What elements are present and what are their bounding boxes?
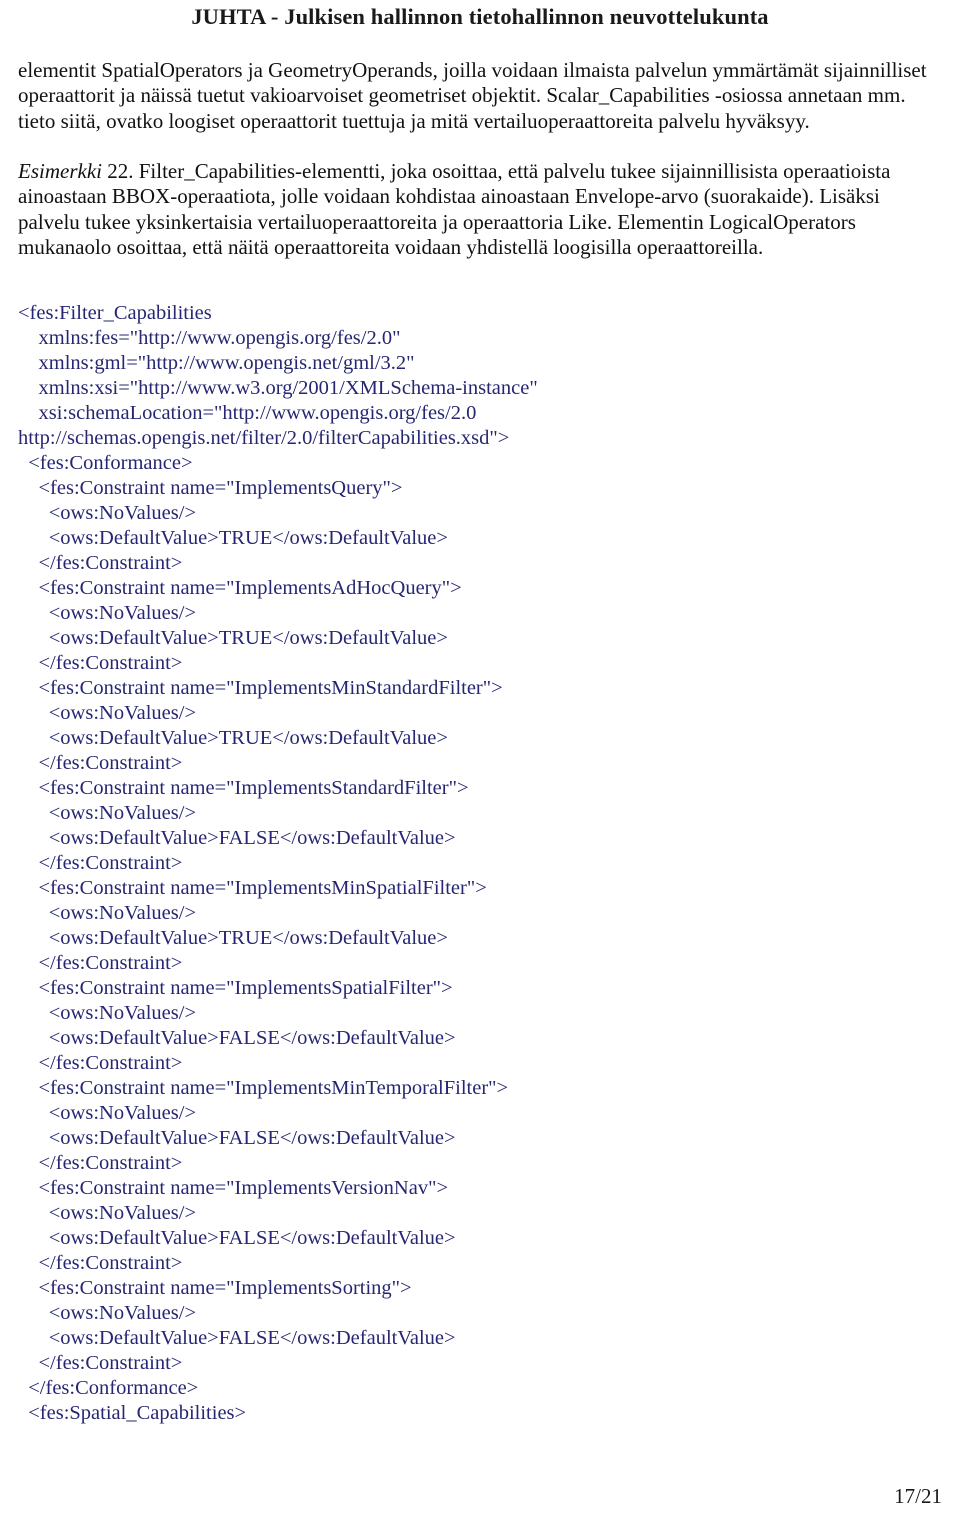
code-line: <ows:DefaultValue>FALSE</ows:DefaultValu… xyxy=(18,1127,456,1150)
code-line: <fes:Constraint name="ImplementsMinStand… xyxy=(18,677,503,700)
code-line: </fes:Conformance> xyxy=(18,1377,199,1400)
code-line: <ows:NoValues/> xyxy=(18,902,197,925)
code-line: <ows:DefaultValue>TRUE</ows:DefaultValue… xyxy=(18,927,448,950)
page-title: JUHTA - Julkisen hallinnon tietohallinno… xyxy=(191,4,769,29)
code-line: xmlns:xsi="http://www.w3.org/2001/XMLSch… xyxy=(18,377,538,400)
code-line: <ows:NoValues/> xyxy=(18,602,197,625)
example-label: Esimerkki xyxy=(18,158,102,183)
code-line: xsi:schemaLocation="http://www.opengis.o… xyxy=(18,402,477,425)
code-line: <ows:DefaultValue>FALSE</ows:DefaultValu… xyxy=(18,1027,456,1050)
code-line: </fes:Constraint> xyxy=(18,752,183,775)
intro-paragraph: elementit SpatialOperators ja GeometryOp… xyxy=(18,57,927,134)
code-line: <ows:NoValues/> xyxy=(18,702,197,725)
code-line: <ows:DefaultValue>TRUE</ows:DefaultValue… xyxy=(18,727,448,750)
code-line: http://schemas.opengis.net/filter/2.0/fi… xyxy=(18,427,510,450)
code-line: <ows:NoValues/> xyxy=(18,1002,197,1025)
body-text: elementit SpatialOperators ja GeometryOp… xyxy=(10,58,950,261)
code-line: <fes:Constraint name="ImplementsMinTempo… xyxy=(18,1077,509,1100)
code-line: <fes:Constraint name="ImplementsMinSpati… xyxy=(18,877,487,900)
code-line: <ows:NoValues/> xyxy=(18,1202,197,1225)
code-line: </fes:Constraint> xyxy=(18,1052,183,1075)
code-line: </fes:Constraint> xyxy=(18,1152,183,1175)
code-line: <ows:NoValues/> xyxy=(18,1102,197,1125)
code-line: <ows:NoValues/> xyxy=(18,502,197,525)
document-page: JUHTA - Julkisen hallinnon tietohallinno… xyxy=(0,0,960,1517)
code-line: <fes:Constraint name="ImplementsQuery"> xyxy=(18,477,403,500)
example-body: 22. Filter_Capabilities-elementti, joka … xyxy=(18,158,891,260)
page-number: 17/21 xyxy=(894,1484,942,1508)
code-line: <fes:Constraint name="ImplementsVersionN… xyxy=(18,1177,449,1200)
code-line: </fes:Constraint> xyxy=(18,852,183,875)
code-line: <fes:Conformance> xyxy=(18,452,193,475)
code-line: <fes:Constraint name="ImplementsSorting"… xyxy=(18,1277,412,1300)
code-line: xmlns:gml="http://www.opengis.net/gml/3.… xyxy=(18,352,415,375)
code-line: </fes:Constraint> xyxy=(18,652,183,675)
code-line: </fes:Constraint> xyxy=(18,1252,183,1275)
code-line: <fes:Spatial_Capabilities> xyxy=(18,1402,247,1425)
code-line: <fes:Constraint name="ImplementsAdHocQue… xyxy=(18,577,462,600)
code-line: <ows:DefaultValue>FALSE</ows:DefaultValu… xyxy=(18,827,456,850)
code-line: <ows:DefaultValue>FALSE</ows:DefaultValu… xyxy=(18,1327,456,1350)
code-line: <ows:NoValues/> xyxy=(18,1302,197,1325)
code-line: </fes:Constraint> xyxy=(18,552,183,575)
xml-code-block: <fes:Filter_Capabilities xmlns:fes="http… xyxy=(10,301,950,1426)
code-line: <fes:Filter_Capabilities xyxy=(18,302,212,325)
code-line: <ows:DefaultValue>TRUE</ows:DefaultValue… xyxy=(18,527,448,550)
example-paragraph: Esimerkki 22. Filter_Capabilities-elemen… xyxy=(18,159,942,261)
code-line: <fes:Constraint name="ImplementsStandard… xyxy=(18,777,469,800)
code-line: <ows:DefaultValue>TRUE</ows:DefaultValue… xyxy=(18,627,448,650)
code-line: </fes:Constraint> xyxy=(18,1352,183,1375)
code-line: <ows:NoValues/> xyxy=(18,802,197,825)
code-line: <fes:Constraint name="ImplementsSpatialF… xyxy=(18,977,453,1000)
code-line: xmlns:fes="http://www.opengis.org/fes/2.… xyxy=(18,327,401,350)
code-line: <ows:DefaultValue>FALSE</ows:DefaultValu… xyxy=(18,1227,456,1250)
code-line: </fes:Constraint> xyxy=(18,952,183,975)
